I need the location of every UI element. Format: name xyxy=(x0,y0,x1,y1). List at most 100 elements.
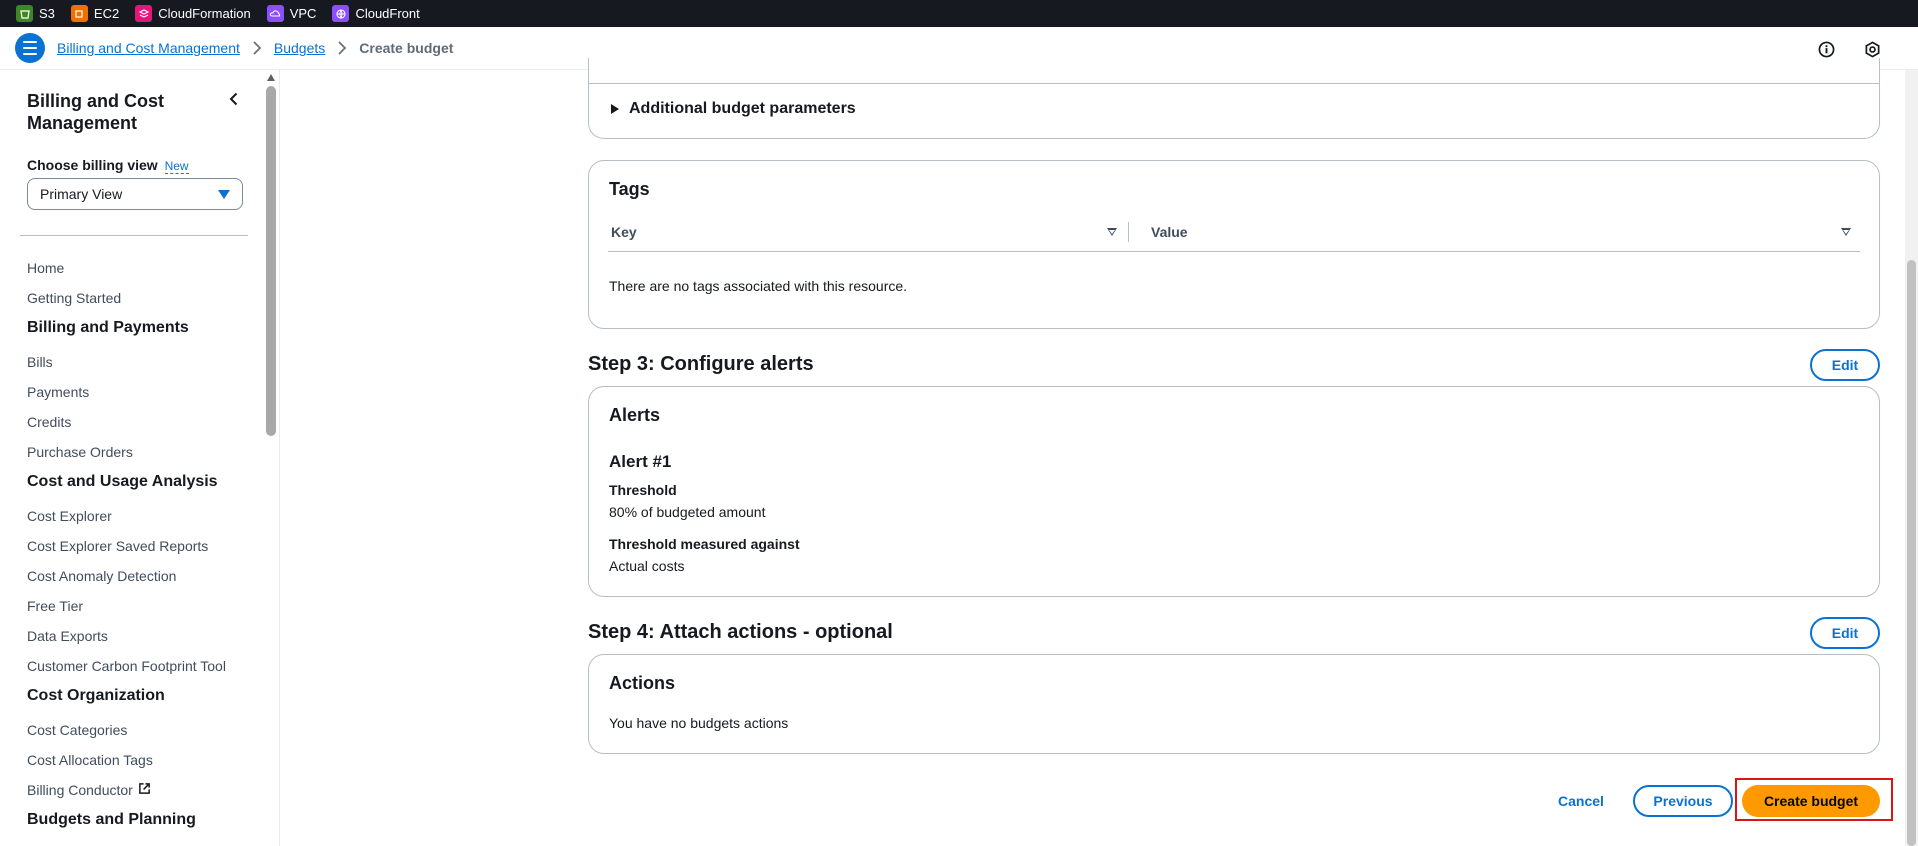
billing-view-selected-value: Primary View xyxy=(40,186,123,202)
service-shortcut-ec2[interactable]: EC2 xyxy=(70,0,120,27)
tags-title: Tags xyxy=(609,179,650,199)
actions-card: Actions xyxy=(588,654,1880,754)
alert-1-title: Alert #1 xyxy=(609,452,672,471)
chevron-left-icon[interactable] xyxy=(227,92,241,106)
sidebar-item-cost-explorer[interactable]: Cost Explorer xyxy=(27,506,267,536)
column-header-key[interactable]: Key xyxy=(611,224,637,240)
sidebar-item-label: Getting Started xyxy=(27,290,122,306)
sidebar-item-label: Billing Conductor xyxy=(27,782,133,798)
sidebar-item-label: Payments xyxy=(27,384,90,400)
service-shortcut-label: CloudFront xyxy=(355,6,420,21)
sidebar-item-label: Data Exports xyxy=(27,628,108,644)
service-shortcut-label: S3 xyxy=(39,6,55,21)
new-badge[interactable]: New xyxy=(164,159,189,174)
measured-against-label: Threshold measured against xyxy=(609,536,800,552)
chevron-right-icon xyxy=(337,41,347,55)
threshold-value: 80% of budgeted amount xyxy=(609,504,766,520)
step4-title: Step 4: Attach actions - optional xyxy=(588,621,893,643)
additional-parameters-expander[interactable]: Additional budget parameters xyxy=(611,100,856,118)
sidebar-item-label: Cost Anomaly Detection xyxy=(27,568,177,584)
caret-down-icon xyxy=(218,190,230,199)
service-shortcut-label: EC2 xyxy=(93,6,120,21)
billing-view-label: Choose billing view New xyxy=(27,157,189,174)
sidebar-item-label: Billing and Payments xyxy=(27,319,189,336)
sidebar-item-data-exports[interactable]: Data Exports xyxy=(27,626,267,656)
sidebar-item-label: Cost Allocation Tags xyxy=(27,752,153,768)
service-shortcut-vpc[interactable]: VPC xyxy=(266,0,316,27)
service-shortcut-cloudfront[interactable]: CloudFront xyxy=(332,0,420,27)
billing-view-label-text: Choose billing view xyxy=(27,157,158,173)
tags-card: Tags xyxy=(588,160,1880,329)
sidebar-item-cost-categories[interactable]: Cost Categories xyxy=(27,720,267,750)
breadcrumb-link-billing[interactable]: Billing and Cost Management xyxy=(57,40,240,56)
sidebar-item-label: Customer Carbon Footprint Tool xyxy=(27,658,226,674)
sidebar-divider xyxy=(20,235,248,236)
filter-icon[interactable] xyxy=(1841,228,1851,236)
actions-empty-text: You have no budgets actions xyxy=(609,715,789,731)
previous-button[interactable]: Previous xyxy=(1633,785,1733,817)
sidebar-item-label: Cost Explorer Saved Reports xyxy=(27,538,209,554)
globe-icon xyxy=(332,5,350,22)
sidebar-item-label: Purchase Orders xyxy=(27,444,133,460)
sidebar-item-label: Cost Organization xyxy=(27,687,165,704)
menu-toggle-button[interactable] xyxy=(15,33,45,63)
main-scrollbar-thumb[interactable] xyxy=(1907,260,1916,846)
sidebar-nav-list: Home Getting Started Billing and Payments B… xyxy=(27,258,267,844)
sidebar-item-cost-anomaly-detection[interactable]: Cost Anomaly Detection xyxy=(27,566,267,596)
hamburger-icon xyxy=(23,39,37,57)
sidebar-item-free-tier[interactable]: Free Tier xyxy=(27,596,267,626)
settings-icon[interactable] xyxy=(1864,41,1881,58)
actions-title: Actions xyxy=(609,673,676,693)
chip-icon xyxy=(70,5,88,22)
breadcrumb-link-budgets[interactable]: Budgets xyxy=(274,40,325,56)
service-shortcut-label: CloudFormation xyxy=(158,6,251,21)
measured-against-value: Actual costs xyxy=(609,558,685,574)
stack-icon xyxy=(135,5,153,22)
step4-edit-button[interactable]: Edit xyxy=(1810,617,1880,649)
scroll-up-arrow-icon[interactable] xyxy=(267,74,275,81)
sidebar-scrollbar-thumb[interactable] xyxy=(266,86,276,436)
breadcrumb: Billing and Cost Management Budgets Crea… xyxy=(57,40,453,56)
filter-icon[interactable] xyxy=(1107,228,1117,236)
sidebar-item-label: Credits xyxy=(27,414,72,430)
sidebar-item-billing-conductor[interactable]: Billing Conductor xyxy=(27,780,267,810)
bucket-icon xyxy=(16,5,33,22)
sidebar-section-cost-organization: Cost Organization xyxy=(27,686,267,720)
additional-parameters-label: Additional budget parameters xyxy=(629,100,856,117)
step3-title: Step 3: Configure alerts xyxy=(588,353,814,375)
sidebar-item-label: Budgets and Planning xyxy=(27,811,196,828)
sidebar-item-bills[interactable]: Bills xyxy=(27,352,267,382)
sidebar-section-cost-and-usage-analysis: Cost and Usage Analysis xyxy=(27,472,267,506)
sidebar-section-billing-and-payments: Billing and Payments xyxy=(27,318,267,352)
main-scrollbar[interactable] xyxy=(1905,70,1918,846)
sidebar-scrollbar[interactable] xyxy=(265,70,277,846)
side-navigation: Billing and Cost Management Choose billi… xyxy=(0,70,280,846)
caret-right-icon xyxy=(611,104,619,114)
service-shortcut-cloudformation[interactable]: CloudFormation xyxy=(135,0,251,27)
cloud-network-icon xyxy=(266,5,284,22)
sidebar-item-getting-started[interactable]: Getting Started xyxy=(27,288,267,318)
billing-view-select[interactable]: Primary View xyxy=(27,178,243,210)
sidebar-item-label: Cost and Usage Analysis xyxy=(27,473,218,490)
sidebar-item-cost-explorer-saved-reports[interactable]: Cost Explorer Saved Reports xyxy=(27,536,267,566)
sidebar-item-payments[interactable]: Payments xyxy=(27,382,267,412)
table-header-divider xyxy=(608,251,1860,252)
service-shortcut-s3[interactable]: S3 xyxy=(16,0,55,27)
sidebar-item-label: Home xyxy=(27,260,65,276)
service-shortcuts-bar: S3 EC2 CloudFormation VPC CloudFront xyxy=(0,0,1918,27)
breadcrumb-current: Create budget xyxy=(359,40,454,56)
sidebar-section-budgets-and-planning: Budgets and Planning xyxy=(27,810,267,844)
sidebar-title[interactable]: Billing and Cost Management xyxy=(27,90,227,134)
info-icon[interactable] xyxy=(1818,41,1835,58)
sidebar-item-cost-allocation-tags[interactable]: Cost Allocation Tags xyxy=(27,750,267,780)
sidebar-item-credits[interactable]: Credits xyxy=(27,412,267,442)
step3-edit-button[interactable]: Edit xyxy=(1810,349,1880,381)
sidebar-item-purchase-orders[interactable]: Purchase Orders xyxy=(27,442,267,472)
tags-empty-text: There are no tags associated with this r… xyxy=(609,278,908,294)
sidebar-item-home[interactable]: Home xyxy=(27,258,267,288)
sidebar-item-customer-carbon-footprint-tool[interactable]: Customer Carbon Footprint Tool xyxy=(27,656,267,686)
cancel-button[interactable]: Cancel xyxy=(1548,789,1614,812)
column-header-value[interactable]: Value xyxy=(1151,224,1188,240)
sidebar-item-label: Cost Explorer xyxy=(27,508,112,524)
card-divider xyxy=(589,83,1879,84)
